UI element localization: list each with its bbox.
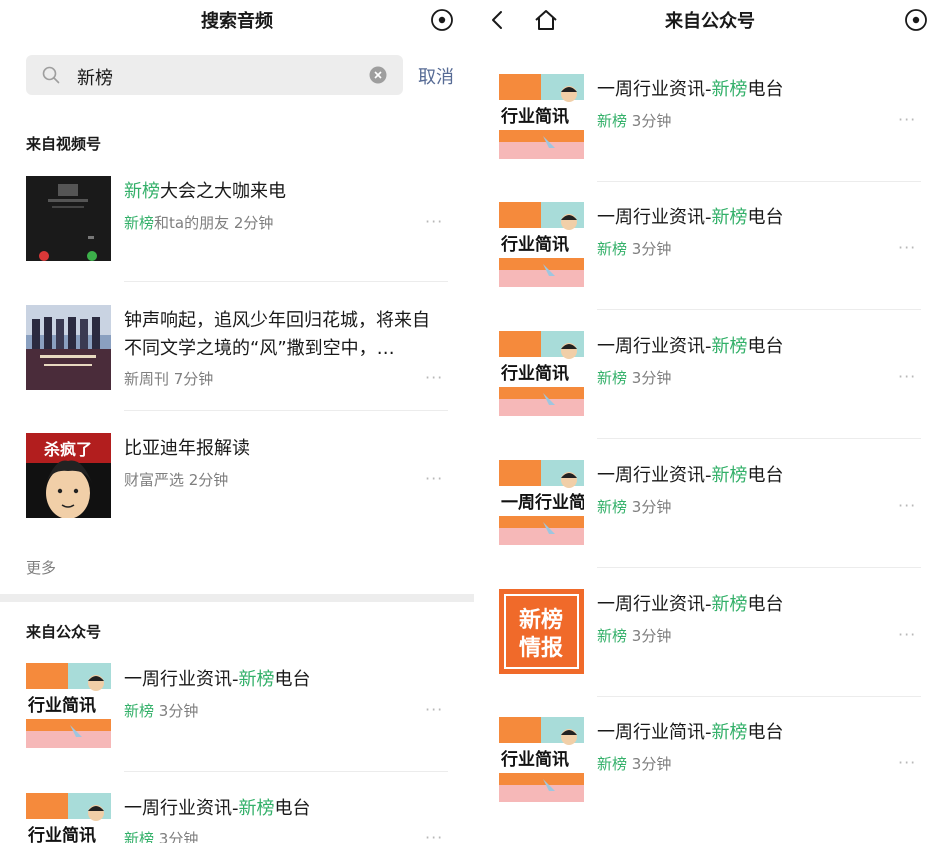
more-icon[interactable]: ··· — [898, 367, 920, 386]
search-icon — [42, 66, 60, 84]
article-thumbnail: 行业简讯 — [499, 202, 584, 287]
thumbnail-caption: 行业简讯 — [500, 234, 569, 255]
item-title: 一周行业资讯-新榜电台 — [124, 798, 311, 819]
more-options-icon[interactable] — [430, 8, 454, 32]
item-meta: 新榜 3分钟 — [597, 240, 672, 258]
item-meta: 新榜 3分钟 — [124, 830, 199, 843]
item-title: 新榜大会之大咖来电 — [124, 181, 286, 202]
divider — [124, 771, 448, 772]
divider — [597, 438, 921, 439]
more-icon[interactable]: ··· — [898, 238, 920, 257]
more-icon[interactable]: ··· — [425, 700, 447, 719]
more-icon[interactable]: ··· — [898, 753, 920, 772]
item-meta: 新榜 3分钟 — [597, 112, 672, 130]
svg-text:行业简讯: 行业简讯 — [27, 695, 96, 716]
thumbnail-caption: 新榜 — [519, 607, 563, 633]
page-title: 来自公众号 — [665, 11, 755, 32]
item-title: 比亚迪年报解读 — [124, 438, 250, 459]
article-thumbnail: 行业简讯 — [26, 793, 111, 843]
thumbnail-caption: 一周行业简 — [501, 492, 584, 513]
item-title: 一周行业资讯-新榜电台 — [597, 79, 784, 100]
item-meta: 新榜和ta的朋友 2分钟 — [124, 214, 274, 232]
item-title: 一周行业简讯-新榜电台 — [597, 722, 784, 743]
item-title: 一周行业资讯-新榜电台 — [597, 594, 784, 615]
svg-text:行业简讯: 行业简讯 — [27, 825, 96, 843]
thumbnail-caption: 杀疯了 — [44, 440, 92, 459]
video-thumbnail — [26, 176, 111, 261]
search-audio-screen: 搜索音频 新榜 取消 来自视频号 新榜大会之大咖来电 新榜和ta的朋友 2分钟 … — [0, 0, 474, 843]
divider — [597, 567, 921, 568]
search-bar[interactable]: 新榜 — [26, 55, 403, 95]
divider — [597, 181, 921, 182]
header: 搜索音频 — [0, 0, 474, 40]
divider — [124, 410, 448, 411]
item-title: 一周行业资讯-新榜电台 — [597, 465, 784, 486]
article-thumbnail: 新榜 情报 — [499, 589, 584, 674]
more-icon[interactable]: ··· — [898, 496, 920, 515]
item-meta: 新榜 3分钟 — [124, 702, 199, 720]
divider — [124, 281, 448, 282]
more-icon[interactable]: ··· — [898, 625, 920, 644]
search-input[interactable]: 新榜 — [77, 64, 113, 90]
article-thumbnail: 行业简讯 — [499, 717, 584, 802]
more-icon[interactable]: ··· — [898, 110, 920, 129]
section-separator — [0, 594, 474, 602]
article-thumbnail: 一周行业简 — [499, 460, 584, 545]
thumbnail-caption: 情报 — [519, 635, 563, 661]
section-label-channels: 来自视频号 — [26, 135, 102, 153]
more-icon[interactable]: ··· — [425, 828, 447, 843]
item-meta: 新榜 3分钟 — [597, 755, 672, 773]
item-title: 钟声响起，追风少年回归花城，将来自不同文学之境的“风”撒到空中，… — [124, 310, 430, 359]
article-thumbnail: 行业简讯 — [499, 331, 584, 416]
more-options-icon[interactable] — [904, 8, 928, 32]
clear-icon[interactable] — [369, 66, 387, 84]
item-title: 一周行业资讯-新榜电台 — [124, 669, 311, 690]
page-title: 搜索音频 — [201, 11, 273, 32]
item-meta: 新周刊 7分钟 — [124, 370, 214, 388]
video-thumbnail — [26, 305, 111, 390]
item-meta: 财富严选 2分钟 — [124, 471, 229, 489]
item-meta: 新榜 3分钟 — [597, 369, 672, 387]
article-thumbnail: 行业简讯 — [26, 663, 111, 748]
divider — [597, 696, 921, 697]
thumbnail-caption: 行业简讯 — [500, 749, 569, 770]
more-link[interactable]: 更多 — [26, 557, 56, 578]
article-thumbnail: 行业简讯 — [499, 74, 584, 159]
item-title: 一周行业资讯-新榜电台 — [597, 207, 784, 228]
cancel-button[interactable]: 取消 — [418, 63, 454, 89]
more-icon[interactable]: ··· — [425, 469, 447, 488]
account-results-screen: 来自公众号 行业简讯 一周行业资讯-新榜电台 新榜 3分钟 ··· 行业简讯 一周行业资讯… — [474, 0, 946, 843]
video-thumbnail: 杀疯了 — [26, 433, 111, 518]
item-meta: 新榜 3分钟 — [597, 498, 672, 516]
item-meta: 新榜 3分钟 — [597, 627, 672, 645]
more-icon[interactable]: ··· — [425, 212, 447, 231]
section-label-accounts: 来自公众号 — [26, 623, 102, 641]
thumbnail-caption: 行业简讯 — [500, 363, 569, 384]
header: 来自公众号 — [474, 0, 946, 40]
thumbnail-caption: 行业简讯 — [500, 106, 569, 127]
more-icon[interactable]: ··· — [425, 368, 447, 387]
item-title: 一周行业资讯-新榜电台 — [597, 336, 784, 357]
divider — [597, 309, 921, 310]
